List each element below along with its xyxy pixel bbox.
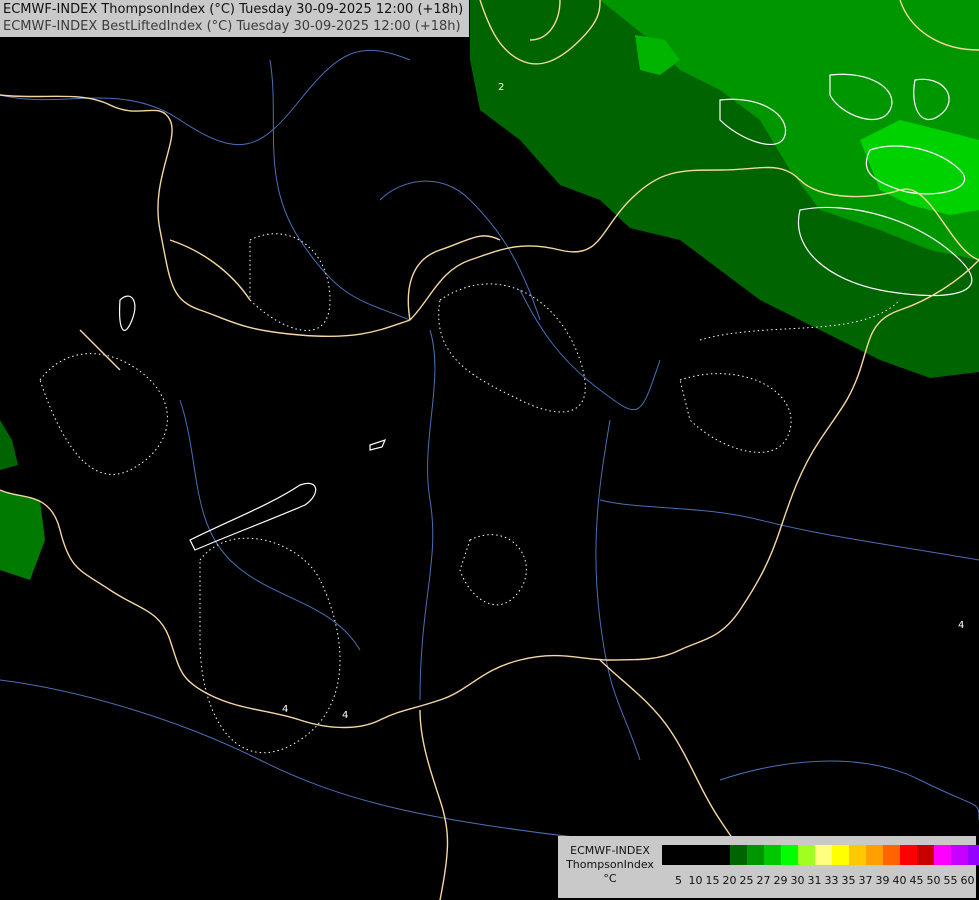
legend-swatch bbox=[883, 845, 900, 865]
legend-tick-label: 27 bbox=[756, 874, 771, 887]
contour-label: 2 bbox=[498, 82, 504, 93]
contour-label: 4 bbox=[282, 704, 288, 715]
legend-tick-label: 25 bbox=[739, 874, 754, 887]
legend-tick-label: 39 bbox=[875, 874, 890, 887]
legend-ticks: 5 10 15 20 25 27 29 30 31 33 35 37 39 40 45 50 55 60 bbox=[670, 874, 976, 887]
map-title-box: ECMWF-INDEX ThompsonIndex (°C) Tuesday 3… bbox=[0, 0, 470, 37]
legend-swatch bbox=[696, 845, 713, 865]
legend-swatch bbox=[815, 845, 832, 865]
legend-swatch bbox=[900, 845, 917, 865]
legend-swatch bbox=[781, 845, 798, 865]
legend-swatch bbox=[866, 845, 883, 865]
legend-tick-label: 29 bbox=[773, 874, 788, 887]
legend-tick-label: 60 bbox=[960, 874, 975, 887]
legend-swatch bbox=[798, 845, 815, 865]
title-best-lifted-index: ECMWF-INDEX BestLiftedIndex (°C) Tuesday… bbox=[3, 19, 461, 34]
legend-tick-label: 5 bbox=[675, 874, 682, 887]
title-thompson-index: ECMWF-INDEX ThompsonIndex (°C) Tuesday 3… bbox=[3, 2, 464, 17]
legend-model-label: ECMWF-INDEX bbox=[570, 844, 650, 857]
legend-swatch bbox=[747, 845, 764, 865]
legend-tick-label: 50 bbox=[926, 874, 941, 887]
legend-swatch bbox=[832, 845, 849, 865]
legend-tick-label: 45 bbox=[909, 874, 924, 887]
legend-swatch bbox=[968, 845, 979, 865]
color-legend: ECMWF-INDEX ThompsonIndex °C 5 10 15 20 25 27… bbox=[558, 836, 979, 898]
legend-tick-label: 31 bbox=[807, 874, 822, 887]
legend-swatch bbox=[917, 845, 934, 865]
legend-tick-label: 20 bbox=[722, 874, 737, 887]
legend-swatch bbox=[934, 845, 951, 865]
legend-tick-label: 37 bbox=[858, 874, 873, 887]
legend-swatch bbox=[662, 845, 679, 865]
legend-swatch bbox=[713, 845, 730, 865]
legend-label: ECMWF-INDEX ThompsonIndex °C bbox=[558, 844, 662, 886]
legend-tick-label: 35 bbox=[841, 874, 856, 887]
legend-swatch bbox=[951, 845, 968, 865]
legend-tick-label: 30 bbox=[790, 874, 805, 887]
legend-variable-label: ThompsonIndex bbox=[566, 858, 654, 871]
legend-tick-label: 15 bbox=[705, 874, 720, 887]
contour-label: 4 bbox=[958, 620, 964, 631]
legend-swatch bbox=[849, 845, 866, 865]
forecast-map: 2 4 4 4 bbox=[0, 0, 979, 900]
legend-swatch bbox=[730, 845, 747, 865]
legend-tick-label: 55 bbox=[943, 874, 958, 887]
legend-tick-label: 10 bbox=[688, 874, 703, 887]
contour-label: 4 bbox=[342, 710, 348, 721]
legend-swatches bbox=[662, 845, 979, 865]
legend-tick-label: 40 bbox=[892, 874, 907, 887]
legend-swatch bbox=[764, 845, 781, 865]
legend-tick-label: 33 bbox=[824, 874, 839, 887]
legend-swatch bbox=[679, 845, 696, 865]
legend-unit-label: °C bbox=[603, 872, 617, 885]
